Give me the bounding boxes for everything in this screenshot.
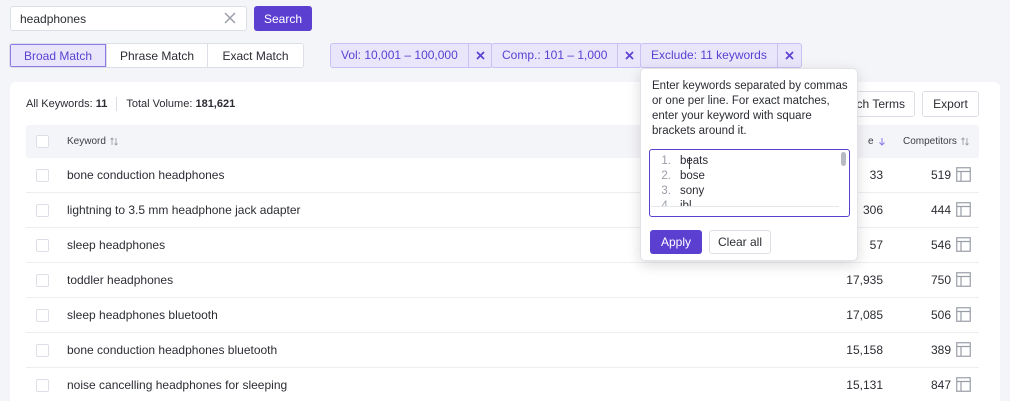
- serp-preview-icon[interactable]: [956, 237, 971, 252]
- row-checkbox[interactable]: [36, 274, 49, 287]
- keyword-cell[interactable]: toddler headphones: [67, 273, 173, 287]
- sort-down-icon[interactable]: [878, 137, 886, 146]
- match-type-selector: Broad Match Phrase Match Exact Match: [9, 43, 304, 68]
- competitors-cell: 506: [930, 308, 951, 322]
- table-row[interactable]: noise cancelling headphones for sleeping…: [26, 368, 979, 401]
- serp-preview-icon[interactable]: [956, 272, 971, 287]
- exclude-line: 4. jbl: [661, 200, 692, 207]
- volume-column-header[interactable]: e: [868, 136, 886, 147]
- keyword-cell[interactable]: sleep headphones bluetooth: [67, 308, 218, 322]
- keyword-header-label: Keyword: [67, 136, 106, 147]
- export-button[interactable]: Export: [922, 91, 979, 117]
- exclude-filter-label[interactable]: Exclude: 11 keywords: [641, 44, 778, 67]
- clear-all-button[interactable]: Clear all: [709, 230, 771, 254]
- close-icon[interactable]: [469, 44, 492, 67]
- row-checkbox[interactable]: [36, 309, 49, 322]
- broad-match-button[interactable]: Broad Match: [10, 44, 107, 67]
- competitors-cell: 750: [930, 273, 951, 287]
- all-keywords-count: 11: [95, 98, 108, 110]
- volume-cell: 57: [869, 238, 883, 252]
- keyword-cell[interactable]: noise cancelling headphones for sleeping: [67, 378, 287, 392]
- competitors-cell: 546: [930, 238, 951, 252]
- exclude-line: 3. sony: [661, 185, 705, 197]
- total-volume-label: Total Volume:: [126, 98, 193, 110]
- total-volume-value: 181,621: [195, 98, 236, 110]
- serp-preview-icon[interactable]: [956, 307, 971, 322]
- table-row[interactable]: sleep headphones bluetooth 17,085 506: [26, 298, 979, 333]
- exclude-line: 1. beats: [661, 155, 709, 167]
- row-checkbox[interactable]: [36, 344, 49, 357]
- exclude-keywords-popover: Enter keywords separated by commas or on…: [640, 68, 858, 261]
- table-row[interactable]: bone conduction headphones bluetooth 15,1…: [26, 333, 979, 368]
- serp-preview-icon[interactable]: [956, 202, 971, 217]
- competitors-header-label: Competitors: [903, 136, 957, 147]
- apply-button[interactable]: Apply: [650, 230, 702, 254]
- keyword-cell[interactable]: lightning to 3.5 mm headphone jack adapt…: [67, 203, 301, 217]
- sort-arrows-icon[interactable]: [961, 137, 969, 146]
- close-icon[interactable]: [222, 10, 238, 26]
- exclude-keywords-list[interactable]: 1. beats 2. bose 3. sony 4. jbl: [651, 151, 839, 207]
- results-summary: All Keywords: 11 Total Volume: 181,621: [26, 97, 235, 111]
- all-keywords-label: All Keywords:: [26, 98, 93, 110]
- textarea-scrollbar[interactable]: [841, 152, 846, 166]
- text-caret: [689, 157, 690, 169]
- phrase-match-button[interactable]: Phrase Match: [107, 44, 208, 67]
- competitors-column-header[interactable]: Competitors: [903, 136, 969, 147]
- volume-filter-chip[interactable]: Vol: 10,001 – 100,000: [330, 43, 493, 68]
- volume-header-label: e: [868, 136, 874, 147]
- volume-cell: 33: [869, 168, 883, 182]
- competitors-cell: 519: [930, 168, 951, 182]
- exclude-filter-chip[interactable]: Exclude: 11 keywords: [640, 43, 802, 68]
- keyword-column-header[interactable]: Keyword: [67, 136, 118, 147]
- serp-preview-icon[interactable]: [956, 377, 971, 392]
- search-box[interactable]: [10, 6, 247, 31]
- select-all-checkbox[interactable]: [36, 135, 49, 148]
- summary-divider: [116, 97, 118, 111]
- competitors-cell: 389: [930, 343, 951, 357]
- row-checkbox[interactable]: [36, 379, 49, 392]
- competitors-filter-label[interactable]: Comp.: 101 – 1,000: [492, 44, 619, 67]
- volume-cell: 17,085: [846, 308, 883, 322]
- sort-arrows-icon[interactable]: [110, 137, 118, 146]
- volume-cell: 15,158: [846, 343, 883, 357]
- close-icon[interactable]: [778, 44, 801, 67]
- keyword-cell[interactable]: bone conduction headphones bluetooth: [67, 343, 277, 357]
- table-row[interactable]: toddler headphones 17,935 750: [26, 263, 979, 298]
- keyword-cell[interactable]: sleep headphones: [67, 238, 165, 252]
- keyword-cell[interactable]: bone conduction headphones: [67, 168, 224, 182]
- close-icon[interactable]: [618, 44, 641, 67]
- competitors-cell: 847: [930, 378, 951, 392]
- competitors-filter-chip[interactable]: Comp.: 101 – 1,000: [491, 43, 643, 68]
- exact-match-button[interactable]: Exact Match: [208, 44, 303, 67]
- volume-cell: 306: [862, 203, 883, 217]
- volume-cell: 15,131: [846, 378, 883, 392]
- row-checkbox[interactable]: [36, 239, 49, 252]
- serp-preview-icon[interactable]: [956, 167, 971, 182]
- volume-filter-label[interactable]: Vol: 10,001 – 100,000: [331, 44, 469, 67]
- search-button[interactable]: Search: [254, 6, 312, 31]
- row-checkbox[interactable]: [36, 204, 49, 217]
- row-checkbox[interactable]: [36, 169, 49, 182]
- search-input[interactable]: [11, 7, 211, 30]
- exclude-keywords-textarea[interactable]: 1. beats 2. bose 3. sony 4. jbl: [649, 149, 850, 217]
- exclude-hint-text: Enter keywords separated by commas or on…: [652, 80, 848, 137]
- exclude-line: 2. bose: [661, 170, 705, 182]
- serp-preview-icon[interactable]: [956, 342, 971, 357]
- volume-cell: 17,935: [846, 273, 883, 287]
- competitors-cell: 444: [930, 203, 951, 217]
